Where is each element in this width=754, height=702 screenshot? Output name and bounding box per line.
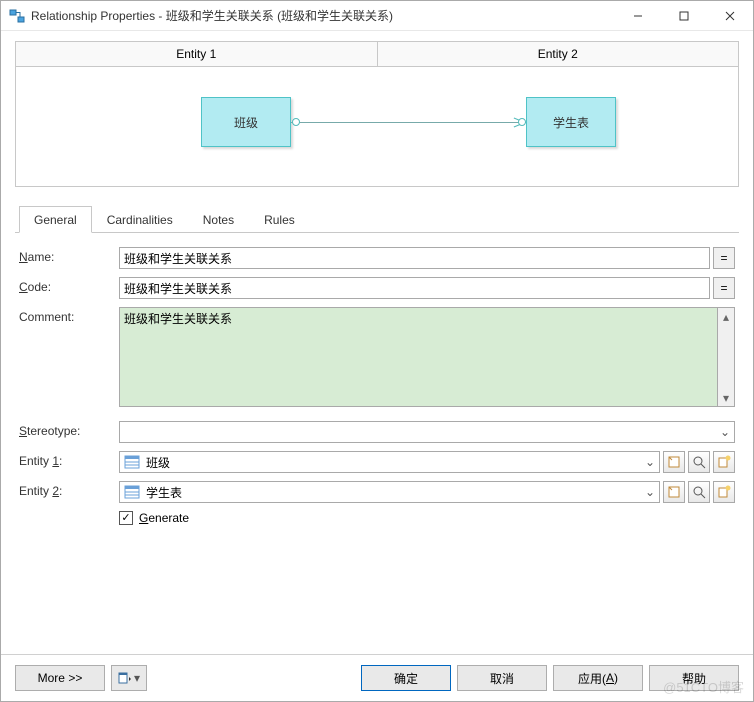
entity2-label: Entity 2: — [19, 481, 119, 498]
more-button[interactable]: More >> — [15, 665, 105, 691]
entity2-props-button[interactable] — [688, 481, 710, 503]
entity2-header[interactable]: Entity 2 — [378, 42, 739, 66]
watermark: @51CTO博客 — [663, 677, 744, 696]
relationship-diagram: 班级 学生表 — [15, 67, 739, 187]
entity1-browse-button[interactable] — [663, 451, 685, 473]
entity1-label: Entity 1: — [19, 451, 119, 468]
entity2-browse-button[interactable] — [663, 481, 685, 503]
entity2-combo[interactable]: 学生表 ⌄ — [119, 481, 660, 503]
minimize-button[interactable] — [615, 1, 661, 30]
apply-button[interactable]: 应用(A) — [553, 665, 643, 691]
dialog-footer: More >> ▾ 确定 取消 应用(A) 帮助 — [1, 654, 753, 701]
name-label: Name: — [19, 247, 119, 264]
entity1-new-button[interactable] — [713, 451, 735, 473]
window-title: Relationship Properties - 班级和学生关联关系 (班级和… — [31, 7, 615, 24]
close-button[interactable] — [707, 1, 753, 30]
titlebar: Relationship Properties - 班级和学生关联关系 (班级和… — [1, 1, 753, 31]
entity1-header[interactable]: Entity 1 — [16, 42, 378, 66]
general-form: Name: = Code: = Comment: 班级和学生关联关系 ▴ ▾ S… — [15, 233, 739, 529]
menu-button[interactable]: ▾ — [111, 665, 147, 691]
table-icon — [124, 455, 140, 469]
entity1-combo[interactable]: 班级 ⌄ — [119, 451, 660, 473]
tab-strip: General Cardinalities Notes Rules — [15, 205, 739, 233]
tab-cardinalities[interactable]: Cardinalities — [92, 206, 188, 233]
chevron-down-icon: ⌄ — [716, 425, 734, 439]
comment-scrollbar[interactable]: ▴ ▾ — [718, 307, 735, 407]
scroll-down-icon[interactable]: ▾ — [718, 389, 734, 406]
comment-label: Comment: — [19, 307, 119, 324]
code-input[interactable] — [119, 277, 710, 299]
generate-label: Generate — [139, 511, 189, 525]
code-label: Code: — [19, 277, 119, 294]
scroll-up-icon[interactable]: ▴ — [718, 308, 734, 325]
app-icon — [9, 8, 25, 24]
cancel-button[interactable]: 取消 — [457, 665, 547, 691]
tab-general[interactable]: General — [19, 206, 92, 233]
chevron-down-icon: ⌄ — [641, 485, 659, 499]
comment-textarea[interactable]: 班级和学生关联关系 — [119, 307, 718, 407]
table-icon — [124, 485, 140, 499]
tab-notes[interactable]: Notes — [188, 206, 249, 233]
menu-icon — [118, 671, 132, 685]
diagram-line — [291, 122, 526, 123]
chevron-down-icon: ⌄ — [641, 455, 659, 469]
name-sync-button[interactable]: = — [713, 247, 735, 269]
stereotype-combo[interactable]: ⌄ — [119, 421, 735, 443]
ok-button[interactable]: 确定 — [361, 665, 451, 691]
code-sync-button[interactable]: = — [713, 277, 735, 299]
entity-header-row: Entity 1 Entity 2 — [15, 41, 739, 67]
stereotype-label: Stereotype: — [19, 421, 119, 438]
generate-checkbox[interactable]: ✓ — [119, 511, 133, 525]
chevron-down-icon: ▾ — [134, 671, 140, 685]
generate-row: ✓ Generate — [119, 511, 735, 525]
diagram-port-left — [292, 118, 300, 126]
maximize-button[interactable] — [661, 1, 707, 30]
window-buttons — [615, 1, 753, 30]
tab-rules[interactable]: Rules — [249, 206, 310, 233]
entity2-new-button[interactable] — [713, 481, 735, 503]
diagram-entity-left[interactable]: 班级 — [201, 97, 291, 147]
diagram-entity-right[interactable]: 学生表 — [526, 97, 616, 147]
diagram-port-right — [518, 118, 526, 126]
name-input[interactable] — [119, 247, 710, 269]
entity1-props-button[interactable] — [688, 451, 710, 473]
